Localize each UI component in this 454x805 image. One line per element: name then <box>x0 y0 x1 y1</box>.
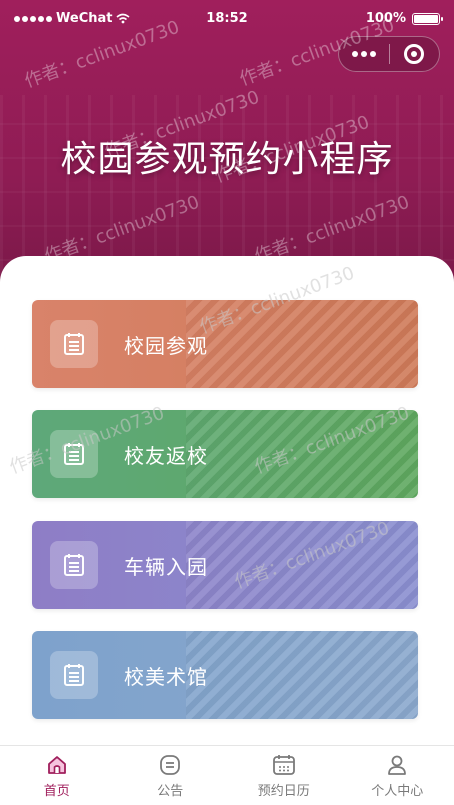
tab-home[interactable]: 首页 <box>0 746 114 805</box>
status-bar: WeChat 18:52 100% <box>0 0 454 36</box>
tab-label: 个人中心 <box>371 784 424 799</box>
menu-card-campus-visit[interactable]: 校园参观 <box>32 300 418 388</box>
calendar-icon <box>50 651 98 699</box>
calendar-icon <box>50 320 98 368</box>
menu-card-label: 校友返校 <box>124 443 208 468</box>
page-title: 校园参观预约小程序 <box>60 139 394 180</box>
status-right: 100% <box>365 11 443 26</box>
calendar-icon <box>50 430 98 478</box>
tab-notice[interactable]: 公告 <box>114 746 228 805</box>
calendar-icon <box>50 541 98 589</box>
tab-profile[interactable]: 个人中心 <box>341 746 454 805</box>
tab-label: 预约日历 <box>257 784 310 799</box>
hero-banner: WeChat 18:52 100% 校园参观预约小程序 作者：cclinux07… <box>0 0 454 290</box>
menu-card-label: 校园参观 <box>124 333 208 358</box>
tab-bar: 首页 公告 预约日历 个人中心 <box>0 745 454 805</box>
card-texture <box>186 410 418 498</box>
tab-label: 首页 <box>43 784 70 799</box>
close-miniprogram-button[interactable] <box>389 44 439 64</box>
menu-card-art-museum[interactable]: 校美术馆 <box>32 631 418 719</box>
menu-card-alumni-return[interactable]: 校友返校 <box>32 410 418 498</box>
menu-card-vehicle-entry[interactable]: 车辆入园 <box>32 521 418 609</box>
menu-card-label: 校美术馆 <box>124 664 208 689</box>
card-texture <box>186 631 418 719</box>
miniprogram-capsule <box>338 36 440 72</box>
menu-panel: 校园参观 校友返校 车辆入园 校美术馆 作者：cclinux0730 作者：cc… <box>0 256 454 746</box>
card-texture <box>186 521 418 609</box>
tab-label: 公告 <box>157 784 184 799</box>
tab-calendar[interactable]: 预约日历 <box>227 746 341 805</box>
calendar-icon <box>272 755 295 775</box>
more-menu-button[interactable] <box>339 51 389 57</box>
card-texture <box>186 300 418 388</box>
menu-card-label: 车辆入园 <box>124 554 208 579</box>
battery-icon <box>412 12 443 25</box>
battery-percent: 100% <box>365 11 406 26</box>
home-icon <box>47 756 66 774</box>
notice-icon <box>160 755 181 775</box>
target-circle-icon <box>404 44 425 64</box>
user-icon <box>388 755 407 775</box>
